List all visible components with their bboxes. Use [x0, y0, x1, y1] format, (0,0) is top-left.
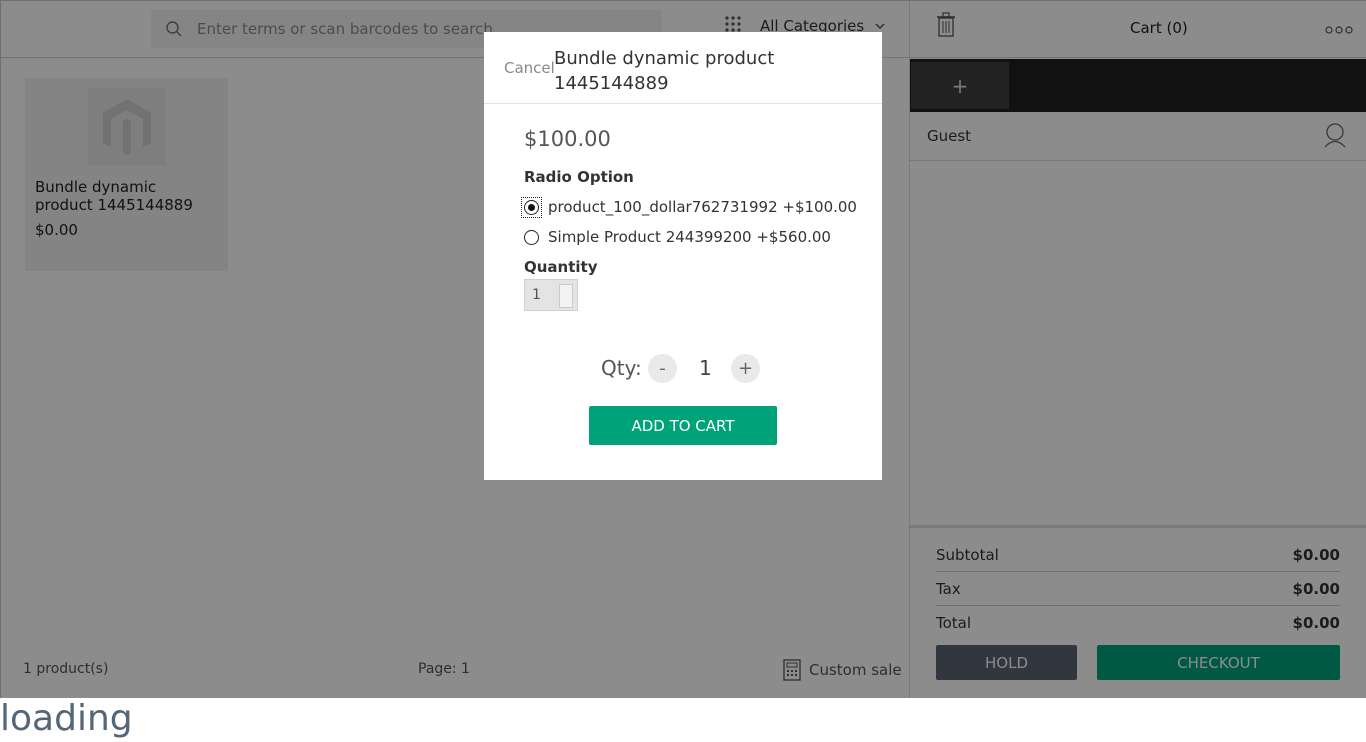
option-2-label: Simple Product 244399200 +$560.00	[548, 228, 831, 246]
option-1-label: product_100_dollar762731992 +$100.00	[548, 198, 857, 216]
modal-title: Bundle dynamic product 1445144889	[554, 48, 775, 94]
qty-stepper: Qty: - 1 +	[601, 354, 781, 384]
qty-minus-button[interactable]: -	[648, 354, 677, 383]
qty-label: Qty:	[601, 356, 642, 380]
bundle-options-modal: Cancel Bundle dynamic product 1445144889…	[484, 32, 882, 480]
modal-header: Cancel Bundle dynamic product 1445144889	[484, 32, 882, 104]
pos-app: Enter terms or scan barcodes to search A…	[0, 0, 1366, 702]
radio-button-selected[interactable]	[524, 200, 539, 215]
bundle-price: $100.00	[524, 127, 611, 151]
radio-button[interactable]	[524, 230, 539, 245]
qty-plus-button[interactable]: +	[731, 354, 760, 383]
loading-text: loading	[0, 698, 133, 739]
quantity-stepper[interactable]	[559, 284, 573, 308]
option-quantity-input[interactable]: 1	[524, 279, 578, 311]
option-label: Radio Option	[524, 168, 634, 186]
add-to-cart-button[interactable]: ADD TO CART	[589, 406, 777, 445]
quantity-label: Quantity	[524, 258, 598, 276]
cancel-button[interactable]: Cancel	[504, 59, 555, 77]
qty-value: 1	[699, 356, 712, 380]
option-quantity-value: 1	[532, 287, 541, 303]
